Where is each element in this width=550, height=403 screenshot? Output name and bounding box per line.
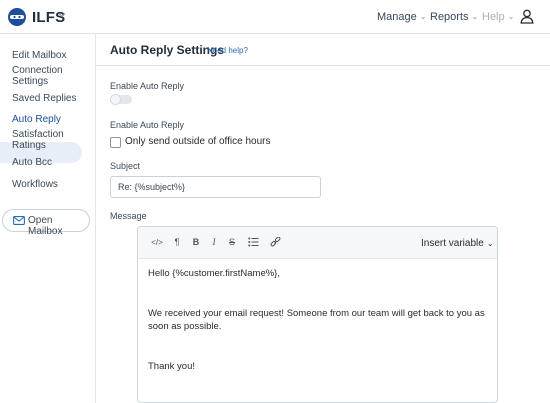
help-link[interactable]: Need help? — [207, 46, 248, 55]
nav-reports[interactable]: Reports ⌄ — [430, 11, 478, 23]
chevron-down-icon[interactable] — [58, 11, 66, 19]
user-icon[interactable] — [520, 9, 534, 24]
chevron-down-icon: ⌄ — [419, 12, 427, 21]
link-icon[interactable] — [270, 237, 281, 248]
italic-button[interactable]: I — [209, 237, 219, 248]
sidebar-item-edit-mailbox[interactable]: Edit Mailbox — [12, 50, 66, 61]
open-mailbox-button[interactable]: Open Mailbox — [2, 209, 90, 237]
insert-variable-dropdown[interactable]: Insert variable ⌄ — [421, 238, 494, 249]
enable-auto-reply-toggle[interactable] — [110, 94, 132, 105]
office-hours-label[interactable]: Only send outside of office hours — [125, 136, 270, 147]
sidebar-item-auto-reply[interactable]: Auto Reply — [12, 114, 61, 125]
toggle-knob — [110, 94, 121, 105]
insert-variable-label: Insert variable — [421, 238, 484, 249]
bold-button[interactable]: B — [191, 237, 201, 248]
strikethrough-button[interactable]: S — [227, 237, 237, 248]
chevron-down-icon: ⌄ — [486, 239, 494, 248]
nav-help-label: Help — [482, 11, 505, 23]
nav-help[interactable]: Help ⌄ — [482, 11, 514, 23]
main-panel: Auto Reply Settings Need help? Enable Au… — [95, 34, 550, 403]
page-header: Auto Reply Settings Need help? — [96, 34, 550, 66]
sidebar-item-connection-settings[interactable]: Connection Settings — [12, 65, 74, 87]
message-editor[interactable]: </> ¶ B I S Insert variable ⌄ Hello {%cu… — [137, 226, 498, 403]
nav-reports-label: Reports — [430, 11, 469, 23]
message-text: We received your email request! Someone … — [148, 308, 485, 332]
subject-input[interactable] — [110, 176, 321, 198]
enable-auto-reply-label: Enable Auto Reply — [110, 81, 185, 91]
subject-label: Subject — [110, 161, 141, 171]
enable-auto-reply-label-2: Enable Auto Reply — [110, 120, 185, 130]
chevron-down-icon: ⌄ — [471, 12, 479, 21]
paragraph-button[interactable]: ¶ — [172, 237, 182, 248]
message-greeting: Hello {%customer.firstName%}, — [148, 268, 280, 279]
nav-manage[interactable]: Manage ⌄ — [377, 11, 426, 23]
open-mailbox-label: Open Mailbox — [28, 215, 63, 237]
message-closing: Thank you! — [148, 361, 195, 372]
mail-icon — [13, 216, 25, 225]
ninja-logo-icon[interactable] — [7, 7, 27, 27]
sidebar-item-auto-bcc[interactable]: Auto Bcc — [12, 157, 52, 168]
chevron-down-icon: ⌄ — [507, 12, 515, 21]
sidebar-item-saved-replies[interactable]: Saved Replies — [12, 93, 76, 104]
sidebar-item-workflows[interactable]: Workflows — [12, 179, 58, 190]
top-bar: ILFS Manage ⌄ Reports ⌄ Help ⌄ — [0, 0, 550, 34]
sidebar-item-satisfaction-ratings[interactable]: Satisfaction Ratings — [12, 129, 74, 151]
bullet-list-icon[interactable] — [248, 237, 259, 247]
sidebar: Edit Mailbox Connection Settings Saved R… — [0, 34, 95, 403]
message-label: Message — [110, 211, 147, 221]
editor-toolbar: </> ¶ B I S Insert variable ⌄ — [138, 227, 497, 259]
nav-manage-label: Manage — [377, 11, 417, 23]
office-hours-checkbox[interactable] — [110, 137, 121, 148]
code-view-button[interactable]: </> — [150, 237, 164, 248]
